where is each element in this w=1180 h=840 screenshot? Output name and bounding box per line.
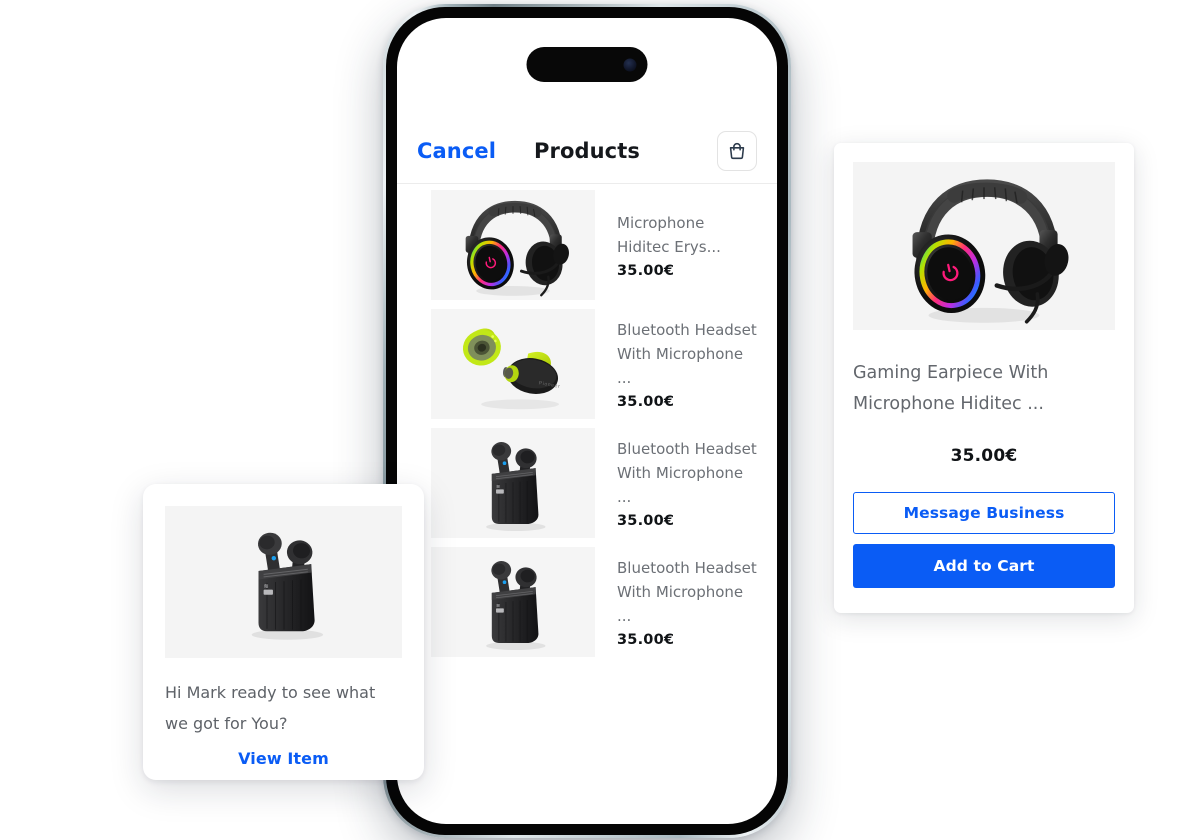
earbuds-case-image	[438, 549, 588, 655]
list-item[interactable]: Bluetooth Headset With Microphone ... 35…	[397, 304, 777, 423]
phone-screen: Cancel Products Microphone Hiditec Erys.…	[397, 18, 777, 824]
product-name: Bluetooth Headset With Microphone ...	[617, 558, 757, 625]
product-price: 35.00€	[617, 631, 675, 648]
product-price: 35.00€	[617, 393, 675, 410]
product-detail-card: Gaming Earpiece With Microphone Hiditec …	[834, 143, 1134, 613]
green-earbuds-image	[438, 311, 588, 417]
gaming-headset-image	[861, 166, 1107, 326]
product-price: 35.00€	[617, 262, 675, 279]
screenshot-canvas: Cancel Products Microphone Hiditec Erys.…	[0, 0, 1180, 840]
product-info: Bluetooth Headset With Microphone ... 35…	[595, 437, 757, 529]
notification-message: Hi Mark ready to see what we got for You…	[165, 683, 376, 733]
cancel-button[interactable]: Cancel	[417, 139, 527, 163]
product-thumbnail	[431, 189, 595, 300]
earbuds-case-image	[199, 509, 369, 655]
front-camera-icon	[623, 58, 637, 71]
list-item[interactable]: Microphone Hiditec Erys... 35.00€	[397, 185, 777, 304]
view-item-link[interactable]: View Item	[165, 749, 402, 768]
product-name: Bluetooth Headset With Microphone ...	[617, 439, 757, 506]
product-thumbnail	[431, 427, 595, 538]
notification-card: Hi Mark ready to see what we got for You…	[143, 484, 424, 780]
detail-product-price: 35.00€	[950, 446, 1018, 466]
shopping-bag-icon	[726, 140, 748, 162]
product-info: Bluetooth Headset With Microphone ... 35…	[595, 318, 757, 410]
product-name: Bluetooth Headset With Microphone ...	[617, 320, 757, 387]
product-thumbnail	[431, 308, 595, 419]
gaming-headset-image	[438, 192, 588, 298]
product-thumbnail	[431, 546, 595, 657]
phone-mockup: Cancel Products Microphone Hiditec Erys.…	[383, 4, 791, 838]
add-to-cart-button[interactable]: Add to Cart	[853, 544, 1115, 588]
detail-product-name: Gaming Earpiece With Microphone Hiditec …	[853, 363, 1049, 414]
product-name: Microphone Hiditec Erys...	[617, 213, 721, 256]
product-info: Bluetooth Headset With Microphone ... 35…	[595, 556, 757, 648]
list-item[interactable]: Bluetooth Headset With Microphone ... 35…	[397, 542, 777, 661]
phone-bezel: Cancel Products Microphone Hiditec Erys.…	[386, 7, 788, 835]
message-business-button[interactable]: Message Business	[853, 492, 1115, 534]
detail-product-image	[853, 162, 1115, 330]
page-title: Products	[534, 138, 640, 163]
product-price: 35.00€	[617, 512, 675, 529]
list-item[interactable]: Bluetooth Headset With Microphone ... 35…	[397, 423, 777, 542]
dynamic-island	[526, 47, 648, 82]
notification-product-image	[165, 506, 402, 658]
earbuds-case-image	[438, 430, 588, 536]
product-list[interactable]: Microphone Hiditec Erys... 35.00€ Blueto…	[397, 185, 777, 824]
nav-bar: Cancel Products	[397, 118, 777, 184]
product-info: Microphone Hiditec Erys... 35.00€	[595, 211, 757, 279]
cart-button[interactable]	[717, 130, 757, 171]
